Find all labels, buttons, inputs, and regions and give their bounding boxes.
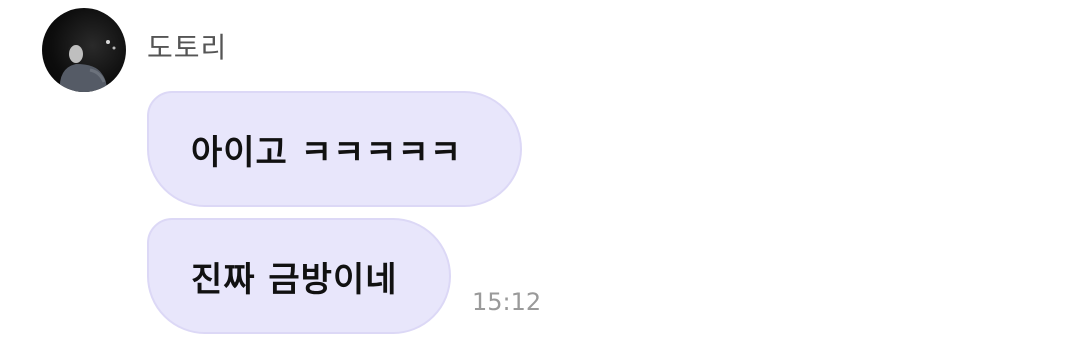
avatar[interactable] xyxy=(42,8,126,92)
sender-name[interactable]: 도토리 xyxy=(147,30,227,66)
profile-photo-icon xyxy=(59,40,116,92)
message-timestamp: 15:12 xyxy=(472,288,542,316)
message-bubble[interactable]: 아이고 ㅋㅋㅋㅋㅋ xyxy=(147,91,522,207)
message-bubble[interactable]: 진짜 금방이네 xyxy=(147,218,451,334)
message-text: 진짜 금방이네 xyxy=(191,259,398,300)
message-text: 아이고 ㅋㅋㅋㅋㅋ xyxy=(191,132,463,173)
